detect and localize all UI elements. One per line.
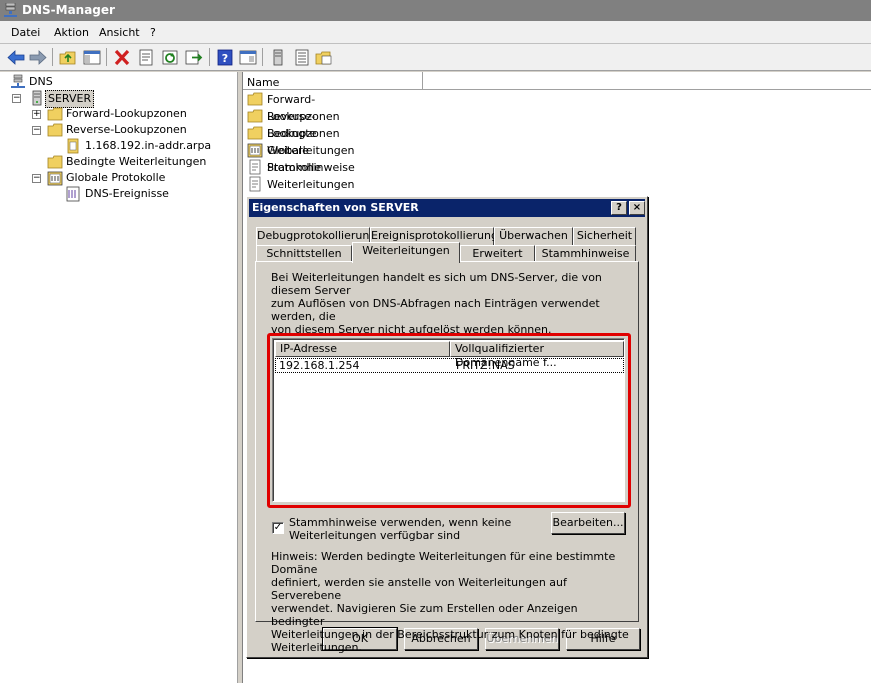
column-header-empty bbox=[423, 72, 871, 90]
window-title: DNS-Manager bbox=[22, 3, 115, 17]
folder-icon bbox=[247, 109, 263, 123]
list-item-label: Weiterleitungen bbox=[267, 178, 355, 191]
folder-icon bbox=[47, 155, 63, 169]
folder-icon bbox=[47, 123, 63, 137]
collapse-toggle[interactable]: − bbox=[32, 126, 41, 135]
tree-label-reverse-zone: 1.168.192.in-addr.arpa bbox=[85, 139, 212, 152]
tree-label-dns: DNS bbox=[29, 75, 53, 88]
collapse-toggle[interactable]: − bbox=[32, 174, 41, 183]
forwarders-description: Bei Weiterleitungen handelt es sich um D… bbox=[271, 271, 602, 336]
toolbar-separator bbox=[209, 48, 210, 66]
column-header-ip[interactable]: IP-Adresse bbox=[275, 341, 450, 357]
console-tree: DNS − SERVER + Forward-Lookupzonen − Rev… bbox=[0, 72, 238, 683]
menu-datei[interactable]: Datei bbox=[11, 26, 40, 39]
mmc-icon[interactable] bbox=[238, 48, 258, 67]
export-icon[interactable] bbox=[184, 48, 204, 67]
column-header-name[interactable]: Name bbox=[243, 72, 423, 90]
expand-toggle[interactable]: + bbox=[32, 110, 41, 119]
list-item-label: Stammhinweise bbox=[267, 161, 355, 174]
list-icon[interactable] bbox=[292, 48, 312, 67]
forwarder-ip: 192.168.1.254 bbox=[279, 359, 360, 372]
dialog-titlebar: Eigenschaften von SERVER ? × bbox=[249, 199, 645, 217]
svg-text:?: ? bbox=[222, 52, 228, 65]
tree-label-reverse-zones: Reverse-Lookupzonen bbox=[66, 123, 187, 136]
event-log-icon bbox=[47, 171, 63, 186]
tree-label-forward-zones: Forward-Lookupzonen bbox=[66, 107, 187, 120]
folder-icon bbox=[247, 126, 263, 140]
forward-icon[interactable] bbox=[28, 48, 48, 67]
edit-button[interactable]: Bearbeiten... bbox=[551, 512, 625, 534]
tab-monitoring[interactable]: Überwachen bbox=[494, 227, 573, 245]
dns-icon bbox=[11, 74, 25, 88]
tree-label-global-logs: Globale Protokolle bbox=[66, 171, 166, 184]
folder-icon bbox=[247, 92, 263, 106]
folder-icon[interactable] bbox=[314, 48, 334, 67]
menu-bar: Datei Aktion Ansicht ? bbox=[0, 21, 871, 44]
forwarders-list[interactable]: IP-Adresse Vollqualifizierter Domänennam… bbox=[272, 338, 625, 502]
use-root-hints-label: Stammhinweise verwenden, wenn keine Weit… bbox=[289, 516, 512, 542]
root-hints-icon bbox=[249, 159, 261, 175]
show-hide-tree-icon[interactable] bbox=[82, 48, 102, 67]
collapse-toggle[interactable]: − bbox=[12, 94, 21, 103]
dns-server-icon bbox=[4, 3, 17, 17]
menu-aktion[interactable]: Aktion bbox=[54, 26, 89, 39]
window-titlebar: DNS-Manager bbox=[0, 0, 871, 21]
menu-ansicht[interactable]: Ansicht bbox=[99, 26, 140, 39]
dialog-title: Eigenschaften von SERVER bbox=[252, 201, 419, 214]
toolbar-separator bbox=[262, 48, 263, 66]
up-folder-icon[interactable] bbox=[58, 48, 78, 67]
column-header-fqdn[interactable]: Vollqualifizierter Domänenname f... bbox=[450, 341, 624, 369]
properties-icon[interactable] bbox=[136, 48, 156, 67]
event-log-icon bbox=[247, 143, 263, 158]
help-icon[interactable]: ? bbox=[215, 48, 235, 67]
folder-icon bbox=[47, 107, 63, 121]
toolbar: ? bbox=[0, 44, 871, 71]
toolbar-separator bbox=[106, 48, 107, 66]
tree-label-dns-events: DNS-Ereignisse bbox=[85, 187, 169, 200]
server-icon bbox=[32, 90, 42, 106]
delete-icon[interactable] bbox=[112, 48, 132, 67]
conditional-forwarders-hint: Hinweis: Werden bedingte Weiterleitungen… bbox=[271, 550, 629, 654]
properties-dialog: Eigenschaften von SERVER ? × Debugprotok… bbox=[246, 196, 648, 658]
forwarders-icon bbox=[249, 176, 261, 192]
tree-label-conditional-forwarders: Bedingte Weiterleitungen bbox=[66, 155, 207, 168]
tab-security[interactable]: Sicherheit bbox=[573, 227, 636, 245]
zone-file-icon bbox=[67, 138, 79, 154]
back-icon[interactable] bbox=[6, 48, 26, 67]
help-icon[interactable]: ? bbox=[611, 201, 627, 215]
table-row[interactable]: 192.168.1.254 FRITZ!NAS bbox=[275, 358, 624, 373]
menu-help[interactable]: ? bbox=[150, 26, 156, 39]
refresh-icon[interactable] bbox=[160, 48, 180, 67]
use-root-hints-checkbox[interactable]: ✓ bbox=[272, 522, 284, 534]
close-icon[interactable]: × bbox=[629, 201, 645, 215]
server-icon[interactable] bbox=[268, 48, 288, 67]
event-log-icon bbox=[66, 186, 80, 202]
toolbar-separator bbox=[52, 48, 53, 66]
forwarder-fqdn: FRITZ!NAS bbox=[456, 359, 515, 372]
tab-forwarders[interactable]: Weiterleitungen bbox=[352, 242, 460, 263]
forwarders-tab-panel: Bei Weiterleitungen handelt es sich um D… bbox=[255, 261, 639, 654]
